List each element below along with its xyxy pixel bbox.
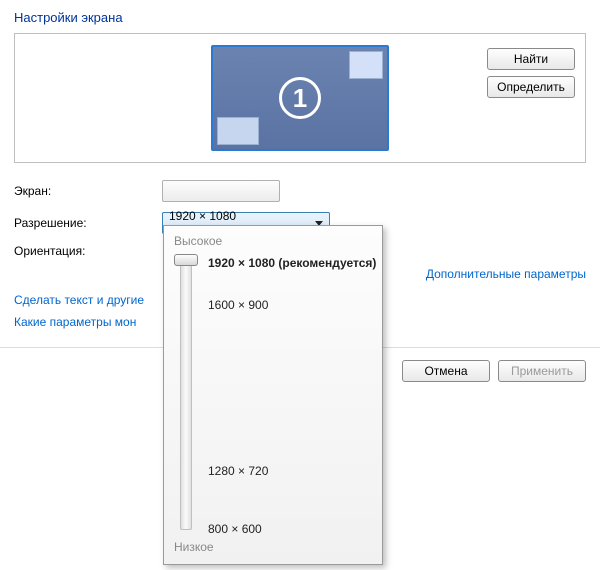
cancel-button[interactable]: Отмена xyxy=(402,360,490,382)
apply-button[interactable]: Применить xyxy=(498,360,586,382)
monitor-thumbnail[interactable]: 1 xyxy=(211,45,389,151)
dropdown-low-label: Низкое xyxy=(174,540,214,554)
orientation-label: Ориентация: xyxy=(14,244,162,258)
dropdown-high-label: Высокое xyxy=(174,234,372,248)
find-button[interactable]: Найти xyxy=(487,48,575,70)
resolution-dropdown[interactable]: Высокое 1920 × 1080 (рекомендуется) 1600 … xyxy=(163,225,383,565)
advanced-settings-link[interactable]: Дополнительные параметры xyxy=(426,263,586,285)
screen-label: Экран: xyxy=(14,184,162,198)
mini-window-icon xyxy=(349,51,383,79)
resolution-slider-track[interactable] xyxy=(180,260,192,530)
resolution-option[interactable]: 1600 × 900 xyxy=(208,298,268,312)
page-title: Настройки экрана xyxy=(0,0,600,33)
mini-taskbar-icon xyxy=(217,117,259,145)
monitor-preview-panel: 1 Найти Определить xyxy=(14,33,586,163)
screen-select[interactable] xyxy=(162,180,280,202)
resolution-option[interactable]: 1280 × 720 xyxy=(208,464,268,478)
resolution-slider-handle[interactable] xyxy=(174,254,198,266)
identify-button[interactable]: Определить xyxy=(487,76,575,98)
monitor-number-badge: 1 xyxy=(279,77,321,119)
resolution-option[interactable]: 1920 × 1080 (рекомендуется) xyxy=(208,256,376,270)
resolution-option[interactable]: 800 × 600 xyxy=(208,522,262,536)
resolution-label: Разрешение: xyxy=(14,216,162,230)
